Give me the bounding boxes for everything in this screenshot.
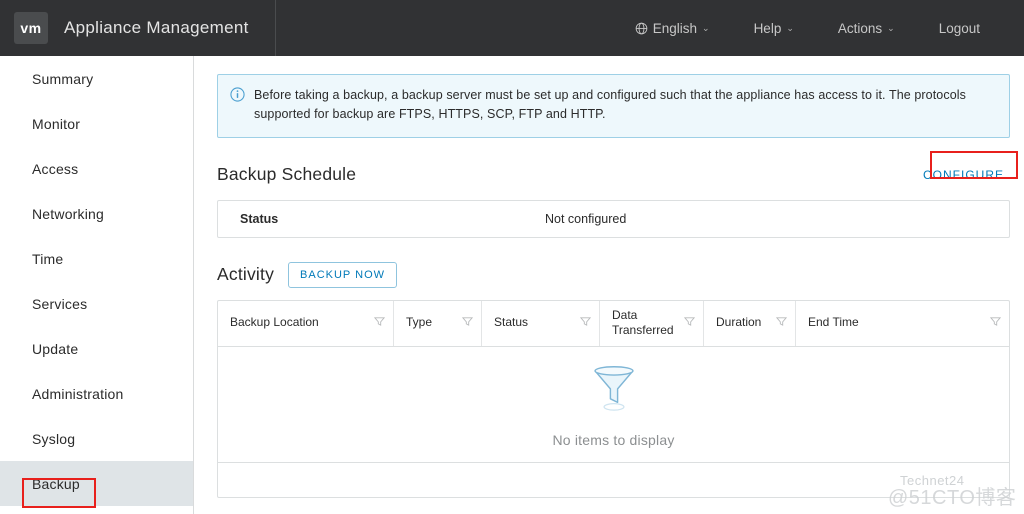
header-nav: English ⌄ Help ⌄ Actions ⌄ Logout [613,0,1024,56]
sidebar-label: Update [32,340,79,357]
filter-icon[interactable] [579,316,592,330]
column-header-backup-location[interactable]: Backup Location [218,300,394,346]
sidebar-label: Backup [32,475,80,492]
backup-status-row: Status Not configured [218,201,1009,237]
brand: vm Appliance Management [0,0,249,56]
sidebar-label: Networking [32,205,105,222]
filter-icon[interactable] [461,316,474,330]
table-header-row: Backup Location Type Status Data Transfe… [218,300,1009,347]
chevron-down-icon: ⌄ [702,22,710,33]
appliance-management-page: vm Appliance Management English ⌄ Help ⌄ [0,0,1024,514]
column-header-end-time[interactable]: End Time [796,301,1009,346]
column-header-duration[interactable]: Duration [704,300,796,346]
table-empty-state: No items to display [218,347,1009,463]
nav-item-english[interactable]: English ⌄ [613,0,732,56]
column-label: Data Transferred [612,307,674,338]
sidebar-item-networking[interactable]: Networking [0,191,193,236]
info-circle-icon [230,87,245,107]
sidebar-label: Administration [32,385,124,402]
sidebar-item-backup[interactable]: Backup [0,461,193,506]
filter-icon[interactable] [989,316,1002,330]
sidebar-item-syslog[interactable]: Syslog [0,416,193,461]
nav-item-help[interactable]: Help ⌄ [732,0,816,56]
sidebar-label: Syslog [32,430,76,447]
nav-label-english: English [652,20,698,36]
empty-state-text: No items to display [552,431,675,448]
sidebar-item-time[interactable]: Time [0,236,193,281]
column-header-status[interactable]: Status [482,300,600,346]
backup-schedule-header: Backup Schedule CONFIGURE [217,160,1010,190]
nav-item-logout[interactable]: Logout [917,0,1002,56]
sidebar-item-summary[interactable]: Summary [0,56,193,101]
page-title: Appliance Management [64,18,249,37]
activity-header: Activity BACKUP NOW [217,260,1010,290]
app-header: vm Appliance Management English ⌄ Help ⌄ [0,0,1024,56]
sidebar-label: Services [32,295,88,312]
sidebar-item-update[interactable]: Update [0,326,193,371]
column-header-type[interactable]: Type [394,300,482,346]
sidebar-item-access[interactable]: Access [0,146,193,191]
activity-title: Activity [217,264,275,285]
nav-label-actions: Actions [837,20,883,36]
column-label: Type [406,315,433,330]
info-banner-text: Before taking a backup, a backup server … [254,88,966,122]
backup-status-value: Not configured [545,211,627,226]
configure-button[interactable]: CONFIGURE [917,164,1010,186]
nav-item-actions[interactable]: Actions ⌄ [816,0,917,56]
main-content: Before taking a backup, a backup server … [195,56,1024,514]
table-footer [218,463,1009,497]
sidebar-label: Summary [32,70,94,87]
nav-label-logout: Logout [938,20,980,36]
filter-icon[interactable] [683,316,696,330]
header-divider [274,0,276,56]
sidebar: Summary Monitor Access Networking Time S… [0,56,194,514]
sidebar-item-administration[interactable]: Administration [0,371,193,416]
column-label: Duration [716,315,762,330]
vmware-logo: vm [14,12,48,44]
backup-status-label: Status [240,211,279,226]
column-label: Backup Location [230,315,319,330]
filter-icon[interactable] [775,316,788,330]
funnel-icon [587,361,641,420]
backup-schedule-panel: Status Not configured [217,199,1010,238]
globe-icon [635,22,648,35]
column-label: Status [494,315,529,330]
sidebar-label: Time [32,250,64,267]
nav-label-help: Help [753,20,782,36]
backup-now-button[interactable]: BACKUP NOW [288,261,398,288]
sidebar-item-monitor[interactable]: Monitor [0,101,193,146]
chevron-down-icon: ⌄ [786,22,794,33]
sidebar-label: Monitor [32,115,81,132]
backup-schedule-title: Backup Schedule [217,164,357,185]
chevron-down-icon: ⌄ [887,22,895,33]
filter-icon[interactable] [373,316,386,330]
info-banner: Before taking a backup, a backup server … [217,74,1010,138]
activity-table: Backup Location Type Status Data Transfe… [217,299,1010,498]
column-label: End Time [808,315,859,330]
column-header-data-transferred[interactable]: Data Transferred [600,300,704,346]
sidebar-label: Access [32,160,79,177]
sidebar-item-services[interactable]: Services [0,281,193,326]
